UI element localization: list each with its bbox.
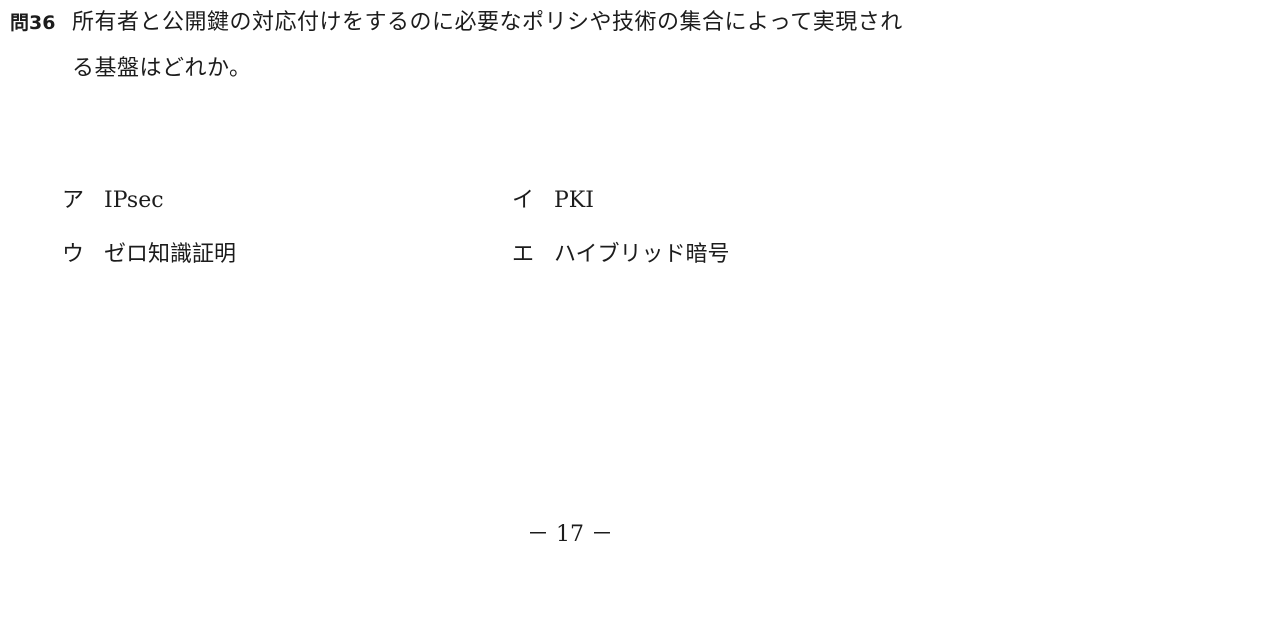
option-e-mark: エ — [512, 242, 535, 267]
question-line-1: 問36 所有者と公開鍵の対応付けをするのに必要なポリシや技術の集合によって実現さ… — [10, 8, 1190, 56]
option-a: ア IPsec — [62, 182, 512, 236]
option-u-text: ゼロ知識証明 — [104, 242, 237, 267]
option-a-mark: ア — [62, 188, 85, 213]
question-block: 問36 所有者と公開鍵の対応付けをするのに必要なポリシや技術の集合によって実現さ… — [10, 8, 1190, 104]
options-row-1: ア IPsec イ PKI — [62, 182, 962, 236]
option-i-text: PKI — [554, 188, 594, 213]
question-number: 問36 — [10, 12, 56, 34]
option-a-text: IPsec — [104, 188, 164, 213]
option-i-mark: イ — [512, 188, 535, 213]
question-text-line-2: る基盤はどれか。 — [72, 56, 252, 81]
option-e-text: ハイブリッド暗号 — [554, 242, 730, 267]
question-text-line-1: 所有者と公開鍵の対応付けをするのに必要なポリシや技術の集合によって実現され — [72, 10, 903, 35]
page-number: － 17 － — [527, 522, 613, 547]
answer-options: ア IPsec イ PKI ウ ゼロ知識証明 エ ハイブリッド暗号 — [62, 182, 962, 290]
option-u-mark: ウ — [62, 242, 85, 267]
option-e: エ ハイブリッド暗号 — [512, 236, 962, 290]
option-i: イ PKI — [512, 182, 962, 236]
options-row-2: ウ ゼロ知識証明 エ ハイブリッド暗号 — [62, 236, 962, 290]
exam-page: 問36 所有者と公開鍵の対応付けをするのに必要なポリシや技術の集合によって実現さ… — [0, 0, 1285, 634]
option-u: ウ ゼロ知識証明 — [62, 236, 512, 290]
